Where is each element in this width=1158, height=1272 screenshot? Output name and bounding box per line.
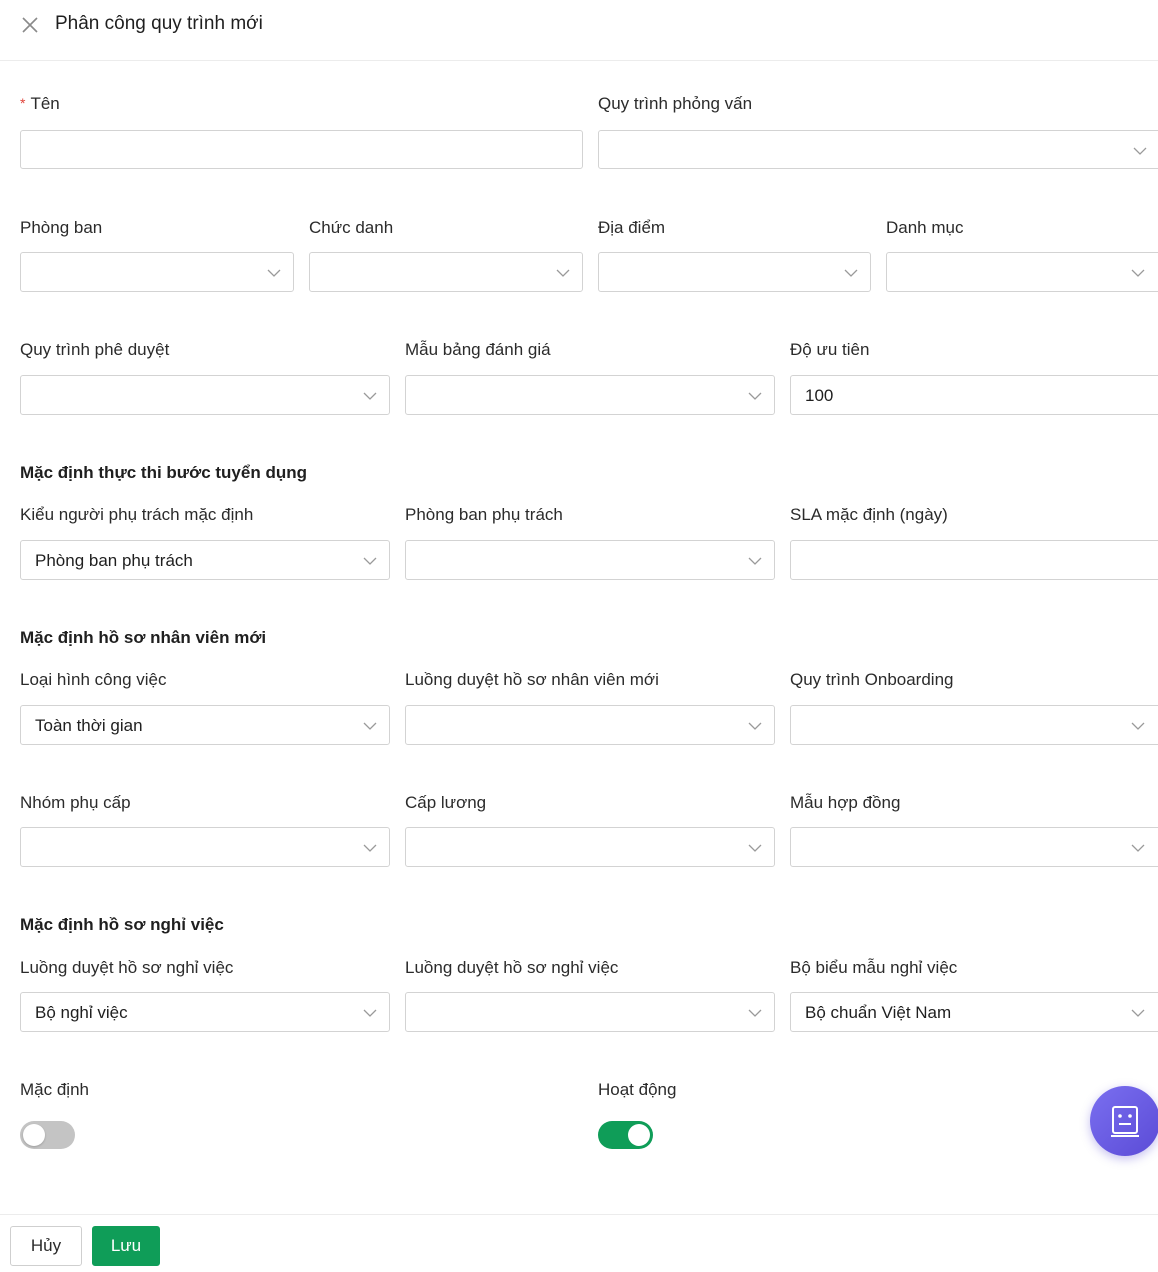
- cancel-button[interactable]: Hủy: [10, 1226, 82, 1266]
- department-label: Phòng ban: [20, 218, 103, 237]
- sla-label: SLA mặc định (ngày): [790, 505, 948, 524]
- contract-template-label: Mẫu hợp đồng: [790, 793, 901, 812]
- approval-process-label: Quy trình phê duyệt: [20, 340, 170, 359]
- chevron-down-icon: [556, 269, 570, 277]
- chevron-down-icon: [1131, 844, 1145, 852]
- chevron-down-icon: [1133, 147, 1147, 155]
- chevron-down-icon: [363, 722, 377, 730]
- category-label: Danh mục: [886, 218, 964, 237]
- allowance-group-label: Nhóm phụ cấp: [20, 793, 131, 812]
- evaluation-template-select[interactable]: [405, 375, 775, 415]
- priority-label: Độ ưu tiên: [790, 340, 870, 359]
- sla-input[interactable]: [790, 540, 1158, 580]
- chevron-down-icon: [748, 557, 762, 565]
- interview-process-label: Quy trình phỏng vấn: [598, 94, 753, 113]
- location-label: Địa điểm: [598, 218, 666, 237]
- chevron-down-icon: [844, 269, 858, 277]
- chevron-down-icon: [1131, 269, 1145, 277]
- resignation-approval-flow-2-label: Luồng duyệt hồ sơ nghỉ việc: [405, 958, 619, 977]
- department-select[interactable]: [20, 252, 294, 292]
- assignee-department-label: Phòng ban phụ trách: [405, 505, 563, 524]
- onboarding-label: Quy trình Onboarding: [790, 670, 954, 689]
- chevron-down-icon: [363, 392, 377, 400]
- contract-template-select[interactable]: [790, 827, 1158, 867]
- page-title: Phân công quy trình mới: [55, 13, 263, 34]
- location-select[interactable]: [598, 252, 871, 292]
- priority-input[interactable]: 100: [790, 375, 1158, 415]
- chevron-down-icon: [1131, 1009, 1145, 1017]
- chevron-down-icon: [748, 844, 762, 852]
- job-title-select[interactable]: [309, 252, 583, 292]
- salary-grade-label: Cấp lương: [405, 793, 487, 812]
- assignee-department-select[interactable]: [405, 540, 775, 580]
- job-type-label: Loại hình công việc: [20, 670, 167, 689]
- new-employee-approval-flow-select[interactable]: [405, 705, 775, 745]
- new-employee-approval-flow-label: Luồng duyệt hồ sơ nhân viên mới: [405, 670, 659, 689]
- save-button[interactable]: Lưu: [92, 1226, 160, 1266]
- dialog-header: Phân công quy trình mới: [0, 0, 1158, 61]
- section-title-recruitment: Mặc định thực thi bước tuyển dụng: [20, 463, 307, 482]
- section-title-resignation: Mặc định hồ sơ nghỉ việc: [20, 915, 224, 934]
- resignation-approval-flow-select[interactable]: Bộ nghỉ việc: [20, 992, 390, 1032]
- chevron-down-icon: [363, 1009, 377, 1017]
- approval-process-select[interactable]: [20, 375, 390, 415]
- chevron-down-icon: [363, 557, 377, 565]
- toggle-knob: [23, 1124, 45, 1146]
- allowance-group-select[interactable]: [20, 827, 390, 867]
- chevron-down-icon: [748, 1009, 762, 1017]
- assignee-type-label: Kiểu người phụ trách mặc định: [20, 505, 254, 524]
- resignation-approval-flow-2-select[interactable]: [405, 992, 775, 1032]
- name-label: * Tên: [20, 94, 60, 113]
- salary-grade-select[interactable]: [405, 827, 775, 867]
- chevron-down-icon: [363, 844, 377, 852]
- close-icon[interactable]: [18, 13, 42, 37]
- category-select[interactable]: [886, 252, 1158, 292]
- resignation-approval-flow-label: Luồng duyệt hồ sơ nghỉ việc: [20, 958, 234, 977]
- resignation-form-set-label: Bộ biểu mẫu nghỉ việc: [790, 958, 958, 977]
- assignee-type-select[interactable]: Phòng ban phụ trách: [20, 540, 390, 580]
- required-mark: *: [20, 95, 26, 111]
- evaluation-template-label: Mẫu bảng đánh giá: [405, 340, 551, 359]
- job-title-label: Chức danh: [309, 218, 394, 237]
- assistant-fab[interactable]: [1090, 1086, 1158, 1156]
- interview-process-select[interactable]: [598, 130, 1158, 169]
- dialog-footer: Hủy Lưu: [0, 1214, 1158, 1272]
- chevron-down-icon: [267, 269, 281, 277]
- default-toggle[interactable]: [20, 1121, 75, 1149]
- onboarding-select[interactable]: [790, 705, 1158, 745]
- section-title-new-employee: Mặc định hồ sơ nhân viên mới: [20, 628, 267, 647]
- chevron-down-icon: [1131, 722, 1145, 730]
- default-toggle-label: Mặc định: [20, 1080, 89, 1099]
- name-input[interactable]: [20, 130, 583, 169]
- resignation-form-set-select[interactable]: Bộ chuẩn Việt Nam: [790, 992, 1158, 1032]
- job-type-select[interactable]: Toàn thời gian: [20, 705, 390, 745]
- active-toggle-label: Hoạt động: [598, 1080, 677, 1099]
- active-toggle[interactable]: [598, 1121, 653, 1149]
- chevron-down-icon: [748, 722, 762, 730]
- assistant-icon: [1111, 1106, 1139, 1137]
- chevron-down-icon: [748, 392, 762, 400]
- toggle-knob: [628, 1124, 650, 1146]
